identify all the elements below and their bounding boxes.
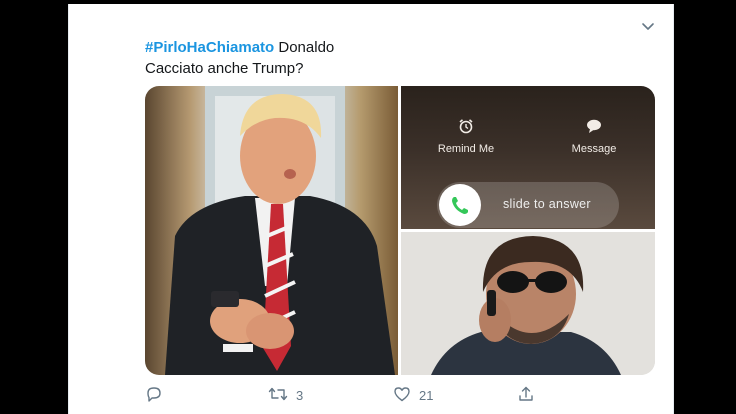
share-button[interactable] <box>517 384 543 406</box>
slide-to-answer-slider: slide to answer <box>437 182 619 228</box>
phone-icon <box>439 197 481 229</box>
retweet-button[interactable]: 3 <box>268 384 303 406</box>
like-count: 21 <box>419 387 434 403</box>
tweet-text-line1: Donaldo <box>274 39 335 56</box>
remind-me-action: Remind Me <box>416 118 516 155</box>
slide-to-answer-text: slide to answer <box>503 197 591 211</box>
retweet-icon <box>268 385 296 406</box>
retweet-count: 3 <box>296 387 304 403</box>
alarm-icon <box>458 119 474 137</box>
share-icon <box>517 385 543 406</box>
slider-knob <box>439 184 481 226</box>
like-button[interactable]: 21 <box>393 384 433 406</box>
reply-icon <box>145 385 171 406</box>
like-icon <box>393 385 419 406</box>
chevron-down-icon[interactable] <box>639 18 657 36</box>
reply-button[interactable] <box>145 384 171 406</box>
tweet-actions-bar: 3 21 <box>145 384 575 410</box>
hashtag-link[interactable]: #PirloHaChiamato <box>145 39 274 56</box>
media-grid: Remind Me Message slide to answer <box>145 86 655 375</box>
message-bubble-icon <box>586 119 602 137</box>
tweet-card: #PirloHaChiamato Donaldo Cacciato anche … <box>68 4 674 414</box>
media-photo-man-on-phone[interactable] <box>401 232 655 375</box>
media-photo-call-screen[interactable]: Remind Me Message slide to answer <box>401 86 655 229</box>
message-action: Message <box>544 118 644 155</box>
message-label: Message <box>571 143 617 155</box>
media-photo-man-with-phone[interactable] <box>145 86 398 375</box>
tweet-text: #PirloHaChiamato Donaldo Cacciato anche … <box>145 37 625 79</box>
tweet-text-line2: Cacciato anche Trump? <box>145 60 304 77</box>
remind-me-label: Remind Me <box>437 143 495 155</box>
